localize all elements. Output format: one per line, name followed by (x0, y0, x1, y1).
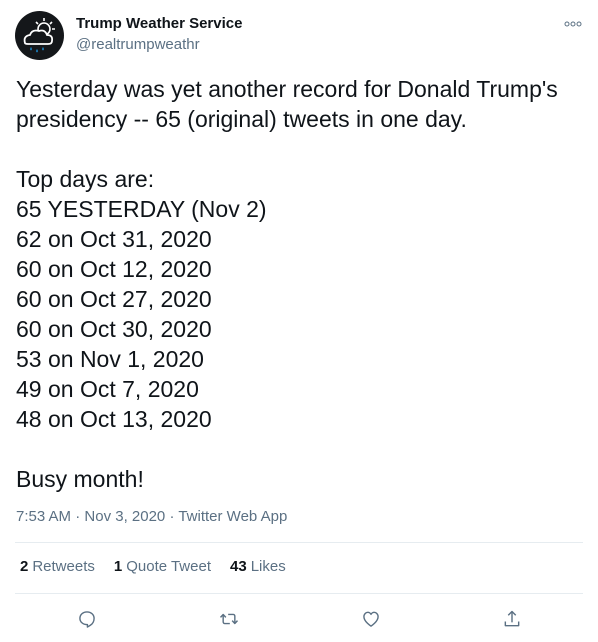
tweet-line: presidency -- 65 (original) tweets in on… (16, 106, 467, 132)
retweets-stat[interactable]: 2 Retweets (20, 558, 95, 575)
meta-separator: · (165, 508, 179, 525)
author-name[interactable]: Trump Weather Service (76, 15, 242, 32)
tweet-actions (0, 604, 598, 634)
divider (15, 542, 583, 543)
more-options-icon (564, 21, 582, 27)
tweet-line: 48 on Oct 13, 2020 (16, 406, 212, 432)
tweet-line: Busy month! (16, 466, 144, 492)
retweets-count: 2 (20, 558, 29, 575)
tweet-line: 65 YESTERDAY (Nov 2) (16, 196, 267, 222)
divider (15, 593, 583, 594)
like-icon (363, 611, 379, 627)
tweet-line: 49 on Oct 7, 2020 (16, 376, 199, 402)
author-handle[interactable]: @realtrumpweathr (76, 36, 200, 53)
avatar[interactable] (15, 11, 64, 60)
tweet-line: Yesterday was yet another record for Don… (16, 76, 558, 102)
likes-label: Likes (250, 558, 286, 575)
tweet-date[interactable]: Nov 3, 2020 (84, 508, 165, 525)
tweet-line: 62 on Oct 31, 2020 (16, 226, 212, 252)
storm-cloud-icon (23, 18, 55, 53)
reply-button[interactable] (74, 606, 100, 632)
retweets-label: Retweets (32, 558, 95, 575)
tweet-blank-line (16, 134, 586, 164)
like-button[interactable] (358, 606, 384, 632)
likes-count: 43 (230, 558, 247, 575)
retweet-button[interactable] (216, 606, 242, 632)
meta-separator: · (71, 508, 85, 525)
reply-icon (79, 611, 95, 628)
tweet-line: 53 on Nov 1, 2020 (16, 346, 204, 372)
tweet-time[interactable]: 7:53 AM (16, 508, 71, 525)
tweet-line: 60 on Oct 12, 2020 (16, 256, 212, 282)
quote-tweets-stat[interactable]: 1 Quote Tweet (114, 558, 211, 575)
tweet-line: Top days are: (16, 166, 155, 192)
quotes-label: Quote Tweet (126, 558, 211, 575)
tweet-blank-line (16, 434, 586, 464)
tweet-line: 60 on Oct 27, 2020 (16, 286, 212, 312)
share-button[interactable] (499, 606, 525, 632)
retweet-icon (219, 613, 239, 625)
tweet-stats: 2 Retweets 1 Quote Tweet 43 Likes (20, 558, 286, 575)
more-options-button[interactable] (560, 15, 586, 33)
tweet-line: 60 on Oct 30, 2020 (16, 316, 212, 342)
tweet-text: Yesterday was yet another record for Don… (16, 74, 586, 494)
tweet-source[interactable]: Twitter Web App (178, 508, 287, 525)
likes-stat[interactable]: 43 Likes (230, 558, 286, 575)
quotes-count: 1 (113, 558, 123, 575)
share-icon (504, 610, 520, 627)
tweet-meta: 7:53 AM · Nov 3, 2020 · Twitter Web App (16, 508, 287, 525)
